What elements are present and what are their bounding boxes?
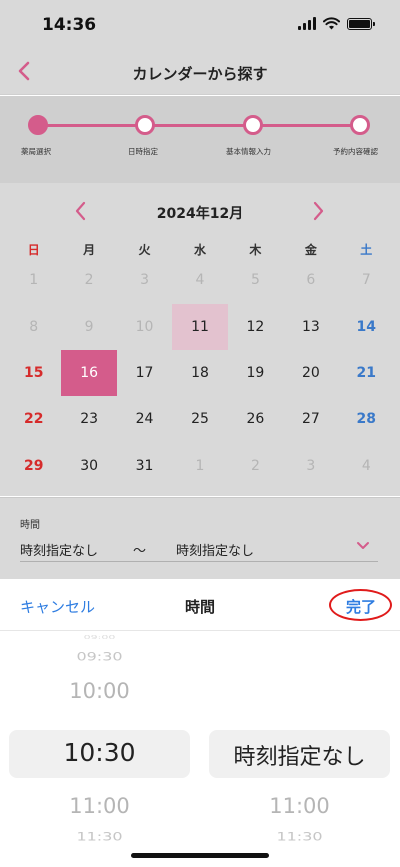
cellular-signal-icon [298, 17, 316, 30]
step-label-2: 日時指定 [128, 147, 158, 156]
time-picker-sheet: キャンセル 時間 完了 09:00 09:30 10:00 10:30 11:0… [0, 579, 400, 867]
day-cell: 4 [195, 272, 205, 289]
day-cell[interactable]: 29 [6, 443, 61, 489]
step-label-3: 基本情報入力 [226, 147, 271, 156]
chevron-down-icon[interactable] [355, 540, 371, 552]
weekday-label: 月 [83, 243, 96, 257]
battery-icon [347, 17, 375, 30]
day-cell[interactable]: 30 [61, 443, 116, 489]
day-cell-next-month: 1 [195, 457, 205, 474]
day-cell: 10 [135, 318, 154, 335]
day-cell[interactable]: 17 [117, 350, 172, 396]
stepper-line [38, 124, 361, 127]
left-wheel-option[interactable]: 11:00 [9, 794, 190, 818]
picker-wheels[interactable]: 09:00 09:30 10:00 10:30 11:00 11:30 時刻指定… [0, 631, 400, 867]
day-cell: 3 [140, 272, 150, 289]
time-filter-label: 時間 [20, 520, 40, 531]
day-grid: 1 2 3 4 5 6 7 8 9 10 11 12 13 14 15 16 1… [6, 257, 394, 489]
step-dot-4 [350, 115, 370, 135]
day-cell: 1 [29, 272, 39, 289]
status-time: 14:36 [42, 15, 97, 35]
day-cell[interactable]: 22 [6, 396, 61, 442]
status-icons [298, 17, 375, 30]
weekday-label: 日 [27, 243, 40, 257]
weekday-label: 土 [360, 243, 373, 257]
left-wheel-selected[interactable]: 10:30 [9, 738, 190, 767]
divider [20, 561, 378, 562]
day-cell[interactable]: 23 [61, 396, 116, 442]
picker-toolbar: キャンセル 時間 完了 [0, 579, 400, 631]
month-label: 2024年12月 [156, 206, 244, 222]
status-bar: 14:36 [0, 0, 400, 50]
left-wheel-option[interactable]: 09:30 [9, 650, 190, 663]
weekday-header: 日 月 火 水 木 金 土 [6, 241, 394, 257]
day-cell-next-month: 3 [306, 457, 316, 474]
right-wheel-selected[interactable]: 時刻指定なし [209, 739, 390, 771]
day-cell[interactable]: 25 [172, 396, 227, 442]
day-cell-selected[interactable]: 16 [61, 349, 118, 397]
weekday-label: 金 [304, 243, 317, 257]
day-cell[interactable]: 31 [117, 443, 172, 489]
progress-stepper: 薬局選択 日時指定 基本情報入力 予約内容確認 [0, 96, 400, 183]
home-indicator[interactable] [131, 853, 269, 858]
day-cell-today[interactable]: 11 [171, 303, 229, 350]
day-cell[interactable]: 12 [228, 303, 283, 349]
day-cell: 6 [306, 272, 316, 289]
day-cell[interactable]: 14 [339, 303, 394, 349]
day-cell: 7 [361, 272, 371, 289]
day-cell[interactable]: 13 [283, 303, 338, 349]
day-cell[interactable]: 24 [117, 396, 172, 442]
weekday-label: 火 [138, 243, 151, 257]
next-month-chevron-icon[interactable] [307, 199, 329, 223]
day-cell[interactable]: 20 [283, 350, 338, 396]
weekday-label: 木 [249, 243, 262, 257]
right-wheel-option[interactable]: 11:00 [209, 794, 390, 818]
day-cell: 2 [84, 272, 94, 289]
time-filter[interactable]: 時間 時刻指定なし 〜 時刻指定なし [0, 497, 400, 579]
page-title: カレンダーから探す [132, 65, 268, 83]
step-label-4: 予約内容確認 [333, 147, 378, 156]
step-dot-2 [135, 115, 155, 135]
day-cell[interactable]: 27 [283, 396, 338, 442]
nav-header: カレンダーから探す [0, 50, 400, 95]
day-cell: 9 [84, 318, 94, 335]
day-cell[interactable]: 21 [339, 350, 394, 396]
time-to-value[interactable]: 時刻指定なし [176, 540, 254, 559]
day-cell: 5 [250, 272, 260, 289]
step-label-1: 薬局選択 [21, 147, 51, 156]
step-dot-1 [28, 115, 48, 135]
time-range-separator: 〜 [133, 544, 147, 559]
right-wheel-option[interactable]: 11:30 [209, 830, 390, 843]
day-cell-next-month: 2 [250, 457, 260, 474]
weekday-label: 水 [193, 243, 206, 257]
day-cell[interactable]: 26 [228, 396, 283, 442]
step-dot-3 [243, 115, 263, 135]
day-cell[interactable]: 18 [172, 350, 227, 396]
day-cell[interactable]: 19 [228, 350, 283, 396]
left-wheel-option[interactable]: 09:00 [9, 635, 190, 641]
day-cell[interactable]: 28 [339, 396, 394, 442]
time-from-value[interactable]: 時刻指定なし [20, 540, 98, 559]
done-button[interactable]: 完了 [346, 596, 376, 617]
day-cell-next-month: 4 [361, 457, 371, 474]
day-cell[interactable]: 15 [6, 350, 61, 396]
calendar: 2024年12月 日 月 火 水 木 金 土 1 2 3 4 5 6 7 8 9… [0, 183, 400, 496]
wifi-icon [323, 17, 340, 30]
month-nav: 2024年12月 [0, 197, 400, 227]
day-cell: 8 [29, 318, 39, 335]
left-wheel-option[interactable]: 11:30 [9, 830, 190, 843]
left-wheel-option[interactable]: 10:00 [9, 679, 190, 703]
